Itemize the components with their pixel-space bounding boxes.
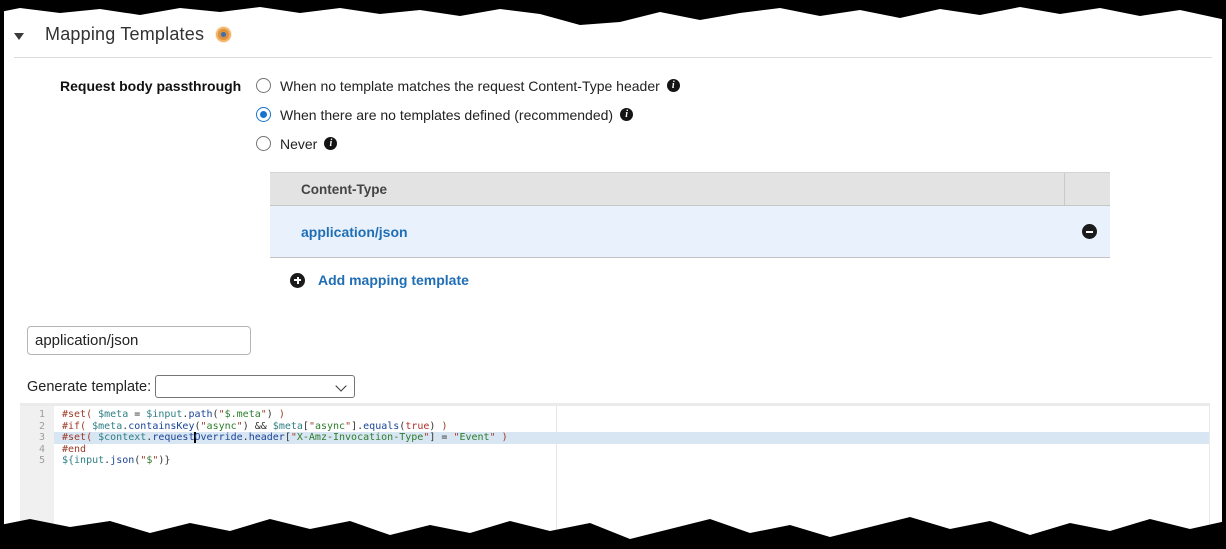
code-token: #set( [62, 409, 99, 420]
code-token: equals [363, 420, 400, 432]
code-token: $meta [92, 420, 123, 432]
radio-option-label[interactable]: Never [280, 136, 317, 152]
table-row: application/json [270, 206, 1110, 258]
code-line-content: #set( $meta = $input.path("$.meta") ) [54, 409, 1209, 421]
line-number: 5 [38, 455, 45, 467]
code-token: ) && [242, 420, 273, 432]
code-line[interactable]: 2 #if( $meta.containsKey("async") && $met… [20, 421, 1209, 433]
radio-option-label[interactable]: When no template matches the request Con… [280, 78, 660, 94]
row-action [1082, 224, 1097, 244]
section-header: Mapping Templates [14, 24, 233, 45]
remove-circle-icon[interactable] [1082, 224, 1097, 239]
annotation-marker-icon [215, 26, 233, 43]
code-token: #set( [62, 432, 99, 444]
generate-template-select[interactable] [155, 375, 355, 398]
code-token: $meta [98, 409, 129, 420]
code-token: async [206, 420, 237, 432]
editor-lines: 1 #set( $meta = $input.path("$.meta") ) 2 #… [20, 406, 1209, 467]
radio-dot [260, 111, 267, 118]
generate-template-label: Generate template: [27, 379, 152, 395]
code-token: ) [441, 420, 448, 432]
code-editor[interactable]: 1 #set( $meta = $input.path("$.meta") ) 2 #… [20, 403, 1210, 549]
code-line[interactable]: 4 #end [20, 444, 1209, 456]
torn-edge-left [0, 0, 4, 549]
content-type-input[interactable] [27, 326, 251, 355]
line-number: 3 [38, 432, 45, 444]
code-token: ) [501, 432, 508, 444]
request-body-passthrough-label: Request body passthrough [60, 78, 242, 94]
passthrough-options: When no template matches the request Con… [256, 71, 680, 158]
code-token: containsKey [128, 420, 195, 432]
code-line[interactable]: 1 #set( $meta = $input.path("$.meta") ) [20, 409, 1209, 421]
info-icon[interactable]: i [324, 137, 338, 150]
add-mapping-template[interactable]: Add mapping template [290, 272, 469, 288]
code-token: $context [98, 432, 147, 444]
table-body: application/json [270, 206, 1110, 258]
chevron-down-icon [335, 380, 347, 392]
code-token: #if( [62, 420, 93, 432]
code-token: ) [429, 420, 442, 432]
code-line-content: #end [54, 444, 1209, 456]
radio-option-label[interactable]: When there are no templates defined (rec… [280, 107, 613, 123]
code-token: true [405, 420, 430, 432]
code-token: $.meta [224, 409, 261, 420]
code-token: async [314, 420, 346, 432]
radio-button[interactable] [256, 78, 271, 93]
code-token: ]. [351, 420, 364, 432]
line-number: 1 [38, 409, 45, 420]
radio-button[interactable] [256, 136, 271, 151]
code-line-content: ${input.json("$")} [54, 455, 1209, 467]
code-token: request [152, 432, 195, 444]
code-line-content: #if( $meta.containsKey("async") && $meta… [54, 421, 1209, 433]
line-number: 2 [38, 420, 45, 432]
code-line-content: #set( $context.requestOverride.header["X… [54, 432, 1209, 444]
code-token: )} [158, 455, 171, 467]
code-token: ) [266, 409, 279, 420]
code-token: X-Amz-Invocation-Type [296, 432, 424, 444]
info-icon[interactable]: i [620, 108, 634, 121]
code-token: json [110, 455, 135, 467]
code-line[interactable]: 5 ${input.json("$")} [20, 455, 1209, 467]
code-line[interactable]: 3 #set( $context.requestOverride.header["… [20, 432, 1209, 444]
code-token: $meta [272, 420, 303, 432]
code-token: = [128, 409, 147, 420]
torn-edge-right [1222, 0, 1226, 549]
code-token: ${input [62, 455, 105, 467]
radio-option-row: When no template matches the request Con… [256, 71, 680, 100]
code-token: Event [459, 432, 490, 444]
add-mapping-template-link[interactable]: Add mapping template [318, 272, 469, 288]
radio-button[interactable] [256, 107, 271, 122]
line-number: 4 [38, 443, 45, 455]
info-icon[interactable]: i [666, 79, 680, 92]
code-token: #end [62, 443, 87, 455]
code-token: header [248, 432, 285, 444]
code-token: ] = [429, 432, 454, 444]
radio-option-row: When there are no templates defined (rec… [256, 100, 680, 129]
section-divider [14, 57, 1212, 58]
code-token: Override [194, 432, 243, 444]
mapping-templates-panel: Mapping Templates Request body passthrou… [0, 0, 1226, 549]
table-header-content-type: Content-Type [301, 181, 387, 197]
code-token: ) [278, 409, 285, 420]
content-type-table: Content-Type application/json [270, 172, 1110, 258]
table-header-row: Content-Type [270, 172, 1110, 206]
add-circle-icon[interactable] [290, 272, 305, 288]
code-token: $input [146, 409, 183, 420]
collapse-chevron-icon[interactable] [14, 32, 24, 40]
content-type-row-link[interactable]: application/json [270, 224, 408, 240]
table-header-divider [1064, 173, 1065, 205]
section-title: Mapping Templates [45, 24, 205, 44]
code-token: path [188, 409, 213, 420]
radio-option-row: Never i [256, 129, 680, 158]
